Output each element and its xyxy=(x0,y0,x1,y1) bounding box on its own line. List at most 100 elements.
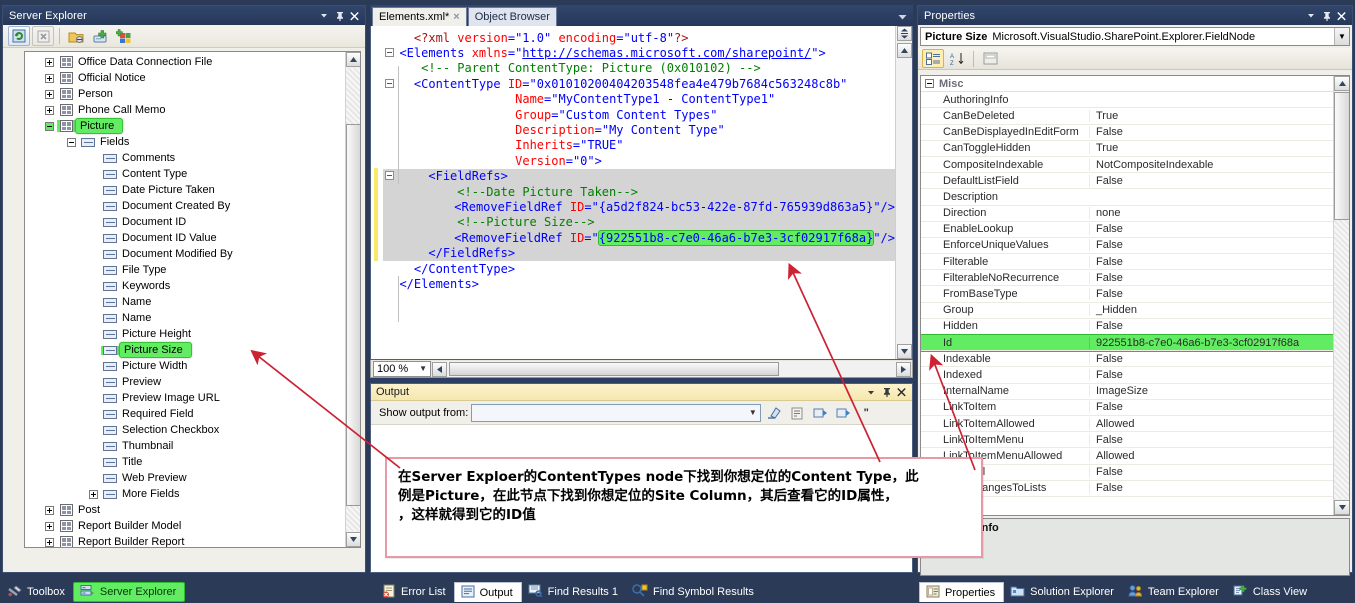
properties-grid[interactable]: Misc AuthoringInfo CanBeDeleted True CanBeD… xyxy=(920,75,1350,516)
tree-item-document-created-by[interactable]: Document Created By xyxy=(25,198,345,214)
property-value[interactable]: False xyxy=(1089,482,1333,495)
property-row[interactable]: Indexed False xyxy=(921,367,1333,384)
expand-icon[interactable] xyxy=(41,89,57,99)
output-pin-icon[interactable] xyxy=(879,385,894,400)
property-pages-icon[interactable] xyxy=(979,49,1001,68)
hscroll-left-arrow-icon[interactable] xyxy=(432,361,447,377)
property-row[interactable]: InternalName ImageSize xyxy=(921,384,1333,400)
xml-code-editor[interactable]: <?xml version = "1.0" encoding = "utf-8" ?> <E… xyxy=(370,26,913,360)
tree-item-comments[interactable]: Comments xyxy=(25,150,345,166)
property-value[interactable]: False xyxy=(1089,466,1333,479)
add-server-icon[interactable] xyxy=(89,26,111,46)
tree-item-thumbnail[interactable]: Thumbnail xyxy=(25,438,345,454)
zoom-level-combobox[interactable]: 100 % ▼ xyxy=(373,360,431,377)
tab-object-browser[interactable]: Object Browser xyxy=(467,7,557,26)
property-value[interactable]: False xyxy=(1089,288,1333,301)
scroll-up-arrow-icon[interactable] xyxy=(346,52,360,67)
tree-item-office-data-connection-file[interactable]: Office Data Connection File xyxy=(25,54,345,70)
expand-icon[interactable] xyxy=(41,521,57,531)
property-row[interactable]: LinkToItem False xyxy=(921,400,1333,416)
tree-item-person[interactable]: Person xyxy=(25,86,345,102)
expand-icon[interactable] xyxy=(41,505,57,515)
property-value[interactable]: False xyxy=(1089,255,1333,268)
property-row[interactable]: FilterableNoRecurrence False xyxy=(921,270,1333,287)
hscroll-right-arrow-icon[interactable] xyxy=(896,361,911,377)
properties-vertical-scrollbar[interactable] xyxy=(1333,76,1349,515)
scroll-down-arrow-icon[interactable] xyxy=(346,532,360,547)
dock-tab-properties[interactable]: Properties xyxy=(919,582,1005,602)
tree-item-picture-size[interactable]: Picture Size xyxy=(25,342,345,358)
property-row[interactable]: CompositeIndexable NotCompositeIndexable xyxy=(921,157,1333,174)
dock-tab-toolbox[interactable]: Toolbox xyxy=(2,582,73,602)
property-value[interactable]: True xyxy=(1089,109,1333,122)
server-explorer-tree[interactable]: Office Data Connection File Official Noti… xyxy=(24,51,361,548)
tree-item-name[interactable]: Name xyxy=(25,294,345,310)
property-row[interactable]: LinkToItemAllowed Allowed xyxy=(921,416,1333,433)
wrap-icon[interactable] xyxy=(787,403,807,422)
property-value[interactable]: Allowed xyxy=(1089,417,1333,430)
property-value[interactable]: False xyxy=(1089,271,1333,284)
collapse-category-icon[interactable] xyxy=(925,79,934,89)
property-value[interactable]: 922551b8-c7e0-46a6-b7e3-3cf02917f68a xyxy=(1089,336,1333,349)
tree-item-phone-call-memo[interactable]: Phone Call Memo xyxy=(25,102,345,118)
categorized-icon[interactable] xyxy=(922,49,944,68)
property-category-header[interactable]: Misc xyxy=(921,76,1333,93)
property-value[interactable]: False xyxy=(1089,174,1333,187)
tree-item-file-type[interactable]: File Type xyxy=(25,262,345,278)
property-value[interactable]: False xyxy=(1089,368,1333,381)
tab-close-icon[interactable]: × xyxy=(453,11,459,23)
property-row[interactable]: DefaultListField False xyxy=(921,173,1333,190)
tree-item-picture-height[interactable]: Picture Height xyxy=(25,326,345,342)
property-row[interactable]: Description xyxy=(921,189,1333,206)
tree-item-report-builder-report[interactable]: Report Builder Report xyxy=(25,534,345,547)
dock-tab-class-view[interactable]: Class View xyxy=(1227,582,1315,602)
tree-item-more-fields[interactable]: More Fields xyxy=(25,486,345,502)
chevron-down-icon[interactable]: ▼ xyxy=(1334,28,1349,45)
dock-tab-team-explorer[interactable]: Team Explorer xyxy=(1122,582,1227,602)
tab-elements-xml[interactable]: Elements.xml* × xyxy=(372,7,467,26)
close-icon[interactable] xyxy=(1334,8,1349,23)
property-row[interactable]: FromBaseType False xyxy=(921,286,1333,303)
output-toolbar-overflow-icon[interactable]: " xyxy=(856,403,876,422)
property-row[interactable]: Indexable False xyxy=(921,351,1333,368)
property-value[interactable]: NotCompositeIndexable xyxy=(1089,158,1333,171)
property-value[interactable]: False xyxy=(1089,401,1333,414)
property-row[interactable]: CanToggleHidden True xyxy=(921,141,1333,157)
property-value[interactable]: False xyxy=(1089,126,1333,139)
hscroll-thumb[interactable] xyxy=(449,361,779,376)
window-menu-icon[interactable] xyxy=(1304,8,1319,23)
dock-tab-server-explorer[interactable]: Server Explorer xyxy=(72,582,186,602)
chevron-down-icon[interactable]: ▼ xyxy=(419,364,427,373)
selected-object-combobox[interactable]: Picture Size Microsoft.VisualStudio.Shar… xyxy=(920,27,1350,46)
property-value[interactable]: False xyxy=(1089,352,1333,365)
prev-message-icon[interactable] xyxy=(810,403,830,422)
property-value[interactable]: False xyxy=(1089,433,1333,446)
editor-scroll-down-icon[interactable] xyxy=(897,344,912,359)
tree-item-document-modified-by[interactable]: Document Modified By xyxy=(25,246,345,262)
window-menu-icon[interactable] xyxy=(317,8,332,23)
expand-icon[interactable] xyxy=(85,489,101,499)
tree-item-name[interactable]: Name xyxy=(25,310,345,326)
pin-icon[interactable] xyxy=(332,8,347,23)
property-value[interactable]: False xyxy=(1089,239,1333,252)
code-fold-toggle-icon[interactable] xyxy=(385,78,394,88)
editor-vertical-scrollbar[interactable] xyxy=(895,26,912,359)
code-text-area[interactable]: <?xml version = "1.0" encoding = "utf-8" ?> <E… xyxy=(371,26,895,359)
code-fold-toggle-icon[interactable] xyxy=(385,171,394,181)
property-row[interactable]: CanBeDeleted True xyxy=(921,108,1333,125)
property-row[interactable]: Hidden False xyxy=(921,319,1333,335)
property-value[interactable]: False xyxy=(1089,320,1333,333)
editor-scroll-up-icon[interactable] xyxy=(897,43,912,58)
expand-icon[interactable] xyxy=(41,57,57,67)
expand-icon[interactable] xyxy=(41,537,57,547)
tree-item-document-id[interactable]: Document ID xyxy=(25,214,345,230)
expand-icon[interactable] xyxy=(41,105,57,115)
alphabetical-sort-icon[interactable]: AZ xyxy=(946,49,968,68)
property-row[interactable]: Id 922551b8-c7e0-46a6-b7e3-3cf02917f68a xyxy=(921,333,1334,353)
tree-item-selection-checkbox[interactable]: Selection Checkbox xyxy=(25,422,345,438)
connect-database-icon[interactable] xyxy=(65,26,87,46)
tree-item-keywords[interactable]: Keywords xyxy=(25,278,345,294)
chevron-down-icon[interactable]: ▼ xyxy=(745,408,760,417)
output-close-icon[interactable] xyxy=(894,385,909,400)
property-row[interactable]: CanBeDisplayedInEditForm False xyxy=(921,125,1333,141)
